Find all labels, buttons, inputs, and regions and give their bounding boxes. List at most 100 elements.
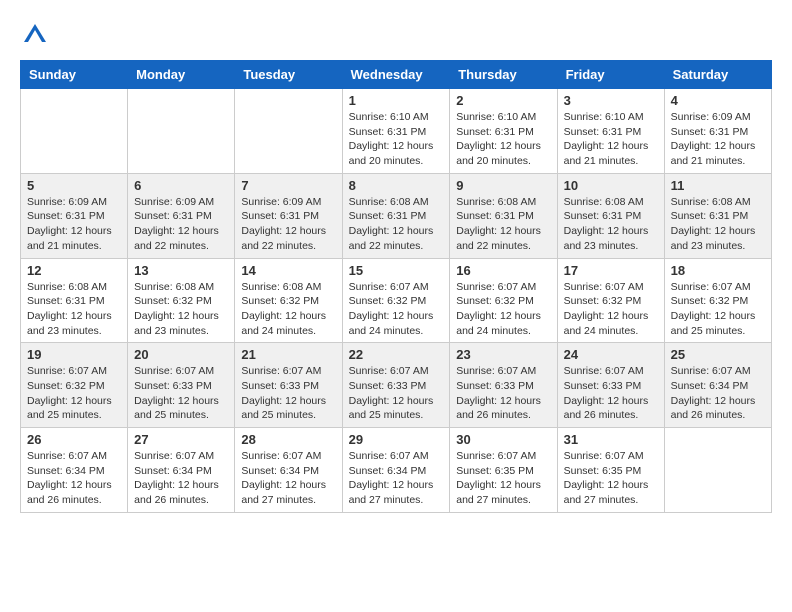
calendar-cell: 2 Sunrise: 6:10 AM Sunset: 6:31 PM Daylig… <box>450 89 557 174</box>
day-number: 21 <box>241 347 335 362</box>
day-info: Sunrise: 6:10 AM Sunset: 6:31 PM Dayligh… <box>349 110 444 169</box>
calendar-cell: 23Sunrise: 6:07 AM Sunset: 6:33 PM Dayli… <box>450 343 557 428</box>
calendar-cell: 27Sunrise: 6:07 AM Sunset: 6:34 PM Dayli… <box>128 428 235 513</box>
header-monday: Monday <box>128 61 235 89</box>
day-info: Sunrise: 6:07 AM Sunset: 6:32 PM Dayligh… <box>27 364 121 423</box>
day-number: 11 <box>671 178 765 193</box>
calendar-week-row: 26 Sunrise: 6:07 AM Sunset: 6:34 PM Dayli… <box>21 428 772 513</box>
day-number: 23 <box>456 347 550 362</box>
day-number: 24 <box>564 347 658 362</box>
calendar-cell: 20 Sunrise: 6:07 AM Sunset: 6:33 PM Dayli… <box>128 343 235 428</box>
calendar-cell: 22 Sunrise: 6:07 AM Sunset: 6:33 PM Dayli… <box>342 343 450 428</box>
header-saturday: Saturday <box>664 61 771 89</box>
day-info: Sunrise: 6:08 AM Sunset: 6:32 PM Dayligh… <box>241 280 335 339</box>
page-header <box>20 20 772 50</box>
day-number: 9 <box>456 178 550 193</box>
calendar-cell: 18 Sunrise: 6:07 AM Sunset: 6:32 PM Dayli… <box>664 258 771 343</box>
day-info: Sunrise: 6:07 AM Sunset: 6:32 PM Dayligh… <box>671 280 765 339</box>
day-info: Sunrise: 6:07 AM Sunset: 6:33 PM Dayligh… <box>349 364 444 423</box>
header-tuesday: Tuesday <box>235 61 342 89</box>
day-number: 29 <box>349 432 444 447</box>
day-number: 7 <box>241 178 335 193</box>
day-number: 28 <box>241 432 335 447</box>
day-number: 6 <box>134 178 228 193</box>
logo-icon <box>20 20 50 50</box>
calendar-cell: 28 Sunrise: 6:07 AM Sunset: 6:34 PM Dayli… <box>235 428 342 513</box>
calendar-cell: 17 Sunrise: 6:07 AM Sunset: 6:32 PM Dayli… <box>557 258 664 343</box>
header-wednesday: Wednesday <box>342 61 450 89</box>
day-info: Sunrise: 6:07 AM Sunset: 6:34 PM Dayligh… <box>27 449 121 508</box>
day-info: Sunrise: 6:09 AM Sunset: 6:31 PM Dayligh… <box>671 110 765 169</box>
day-info: Sunrise: 6:08 AM Sunset: 6:31 PM Dayligh… <box>671 195 765 254</box>
calendar-cell: 26 Sunrise: 6:07 AM Sunset: 6:34 PM Dayli… <box>21 428 128 513</box>
day-info: Sunrise: 6:07 AM Sunset: 6:34 PM Dayligh… <box>134 449 228 508</box>
day-info: Sunrise: 6:08 AM Sunset: 6:32 PM Dayligh… <box>134 280 228 339</box>
logo <box>20 20 54 50</box>
day-number: 26 <box>27 432 121 447</box>
day-number: 3 <box>564 93 658 108</box>
day-info: Sunrise: 6:07 AM Sunset: 6:35 PM Dayligh… <box>456 449 550 508</box>
calendar-cell: 24 Sunrise: 6:07 AM Sunset: 6:33 PM Dayli… <box>557 343 664 428</box>
calendar-cell: 13 Sunrise: 6:08 AM Sunset: 6:32 PM Dayli… <box>128 258 235 343</box>
calendar-cell: 11 Sunrise: 6:08 AM Sunset: 6:31 PM Dayli… <box>664 173 771 258</box>
day-number: 12 <box>27 263 121 278</box>
day-number: 20 <box>134 347 228 362</box>
day-number: 18 <box>671 263 765 278</box>
day-info: Sunrise: 6:07 AM Sunset: 6:35 PM Dayligh… <box>564 449 658 508</box>
day-info: Sunrise: 6:07 AM Sunset: 6:32 PM Dayligh… <box>564 280 658 339</box>
day-number: 15 <box>349 263 444 278</box>
day-info: Sunrise: 6:07 AM Sunset: 6:34 PM Dayligh… <box>241 449 335 508</box>
calendar-week-row: 19Sunrise: 6:07 AM Sunset: 6:32 PM Dayli… <box>21 343 772 428</box>
calendar-cell: 7 Sunrise: 6:09 AM Sunset: 6:31 PM Daylig… <box>235 173 342 258</box>
day-info: Sunrise: 6:07 AM Sunset: 6:32 PM Dayligh… <box>456 280 550 339</box>
day-info: Sunrise: 6:07 AM Sunset: 6:34 PM Dayligh… <box>349 449 444 508</box>
day-info: Sunrise: 6:08 AM Sunset: 6:31 PM Dayligh… <box>564 195 658 254</box>
header-sunday: Sunday <box>21 61 128 89</box>
day-number: 22 <box>349 347 444 362</box>
calendar-cell: 9 Sunrise: 6:08 AM Sunset: 6:31 PM Daylig… <box>450 173 557 258</box>
day-number: 5 <box>27 178 121 193</box>
day-number: 30 <box>456 432 550 447</box>
day-info: Sunrise: 6:08 AM Sunset: 6:31 PM Dayligh… <box>27 280 121 339</box>
calendar-cell: 19Sunrise: 6:07 AM Sunset: 6:32 PM Dayli… <box>21 343 128 428</box>
day-info: Sunrise: 6:09 AM Sunset: 6:31 PM Dayligh… <box>241 195 335 254</box>
day-info: Sunrise: 6:07 AM Sunset: 6:33 PM Dayligh… <box>241 364 335 423</box>
calendar-cell: 25 Sunrise: 6:07 AM Sunset: 6:34 PM Dayli… <box>664 343 771 428</box>
day-number: 31 <box>564 432 658 447</box>
day-info: Sunrise: 6:07 AM Sunset: 6:34 PM Dayligh… <box>671 364 765 423</box>
day-number: 13 <box>134 263 228 278</box>
calendar-week-row: 12 Sunrise: 6:08 AM Sunset: 6:31 PM Dayli… <box>21 258 772 343</box>
day-info: Sunrise: 6:09 AM Sunset: 6:31 PM Dayligh… <box>27 195 121 254</box>
calendar-week-row: 5 Sunrise: 6:09 AM Sunset: 6:31 PM Daylig… <box>21 173 772 258</box>
day-number: 14 <box>241 263 335 278</box>
calendar-cell: 12 Sunrise: 6:08 AM Sunset: 6:31 PM Dayli… <box>21 258 128 343</box>
day-info: Sunrise: 6:10 AM Sunset: 6:31 PM Dayligh… <box>564 110 658 169</box>
calendar-cell: 15Sunrise: 6:07 AM Sunset: 6:32 PM Dayli… <box>342 258 450 343</box>
calendar-cell: 5 Sunrise: 6:09 AM Sunset: 6:31 PM Daylig… <box>21 173 128 258</box>
day-info: Sunrise: 6:07 AM Sunset: 6:33 PM Dayligh… <box>134 364 228 423</box>
header-thursday: Thursday <box>450 61 557 89</box>
day-number: 1 <box>349 93 444 108</box>
day-info: Sunrise: 6:09 AM Sunset: 6:31 PM Dayligh… <box>134 195 228 254</box>
calendar-cell: 21 Sunrise: 6:07 AM Sunset: 6:33 PM Dayli… <box>235 343 342 428</box>
day-info: Sunrise: 6:08 AM Sunset: 6:31 PM Dayligh… <box>456 195 550 254</box>
calendar-header-row: SundayMondayTuesdayWednesdayThursdayFrid… <box>21 61 772 89</box>
day-number: 2 <box>456 93 550 108</box>
day-info: Sunrise: 6:07 AM Sunset: 6:33 PM Dayligh… <box>564 364 658 423</box>
calendar-cell <box>128 89 235 174</box>
calendar-cell: 31 Sunrise: 6:07 AM Sunset: 6:35 PM Dayli… <box>557 428 664 513</box>
calendar-cell: 6 Sunrise: 6:09 AM Sunset: 6:31 PM Daylig… <box>128 173 235 258</box>
day-number: 25 <box>671 347 765 362</box>
calendar-cell: 29 Sunrise: 6:07 AM Sunset: 6:34 PM Dayli… <box>342 428 450 513</box>
calendar-cell: 10 Sunrise: 6:08 AM Sunset: 6:31 PM Dayli… <box>557 173 664 258</box>
day-number: 8 <box>349 178 444 193</box>
calendar-cell: 14 Sunrise: 6:08 AM Sunset: 6:32 PM Dayli… <box>235 258 342 343</box>
calendar-cell: 8Sunrise: 6:08 AM Sunset: 6:31 PM Daylig… <box>342 173 450 258</box>
day-number: 17 <box>564 263 658 278</box>
calendar-cell: 1 Sunrise: 6:10 AM Sunset: 6:31 PM Daylig… <box>342 89 450 174</box>
calendar-cell <box>235 89 342 174</box>
calendar-table: SundayMondayTuesdayWednesdayThursdayFrid… <box>20 60 772 513</box>
day-info: Sunrise: 6:10 AM Sunset: 6:31 PM Dayligh… <box>456 110 550 169</box>
day-number: 10 <box>564 178 658 193</box>
calendar-cell: 3 Sunrise: 6:10 AM Sunset: 6:31 PM Daylig… <box>557 89 664 174</box>
